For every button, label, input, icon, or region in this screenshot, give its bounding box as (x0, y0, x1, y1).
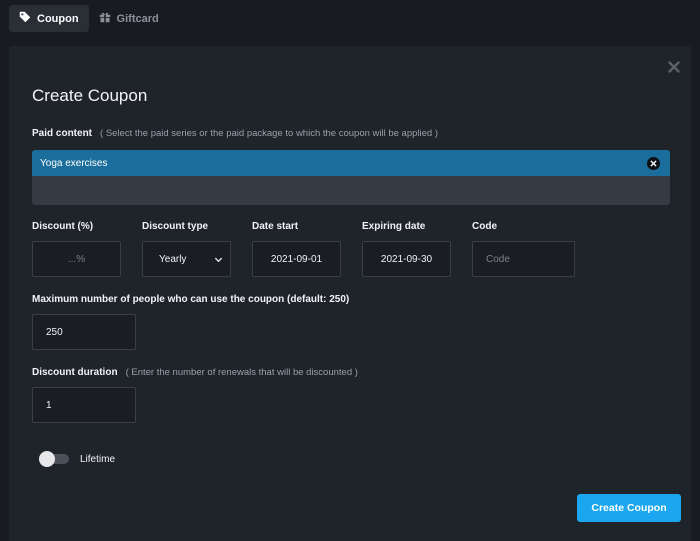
expiring-date-label: Expiring date (362, 221, 426, 232)
tab-coupon-label: Coupon (37, 12, 79, 25)
tab-giftcard[interactable]: Giftcard (89, 5, 169, 32)
discount-duration-label: Discount duration ( Enter the number of r… (32, 367, 358, 378)
selected-content-chip: Yoga exercises (32, 150, 670, 176)
tab-bar: Coupon Giftcard (9, 5, 169, 32)
close-button[interactable] (668, 60, 680, 73)
lifetime-label: Lifetime (80, 454, 116, 465)
discount-duration-hint: ( Enter the number of renewals that will… (125, 367, 358, 378)
paid-content-label-text: Paid content (32, 128, 93, 139)
code-label: Code (472, 221, 497, 232)
discount-duration-input[interactable]: 1 (32, 387, 136, 423)
discount-type-value: Yearly (159, 253, 187, 265)
selected-content-label: Yoga exercises (40, 157, 108, 169)
paid-content-select[interactable]: Yoga exercises (32, 150, 670, 205)
max-people-input[interactable]: 250 (32, 314, 136, 350)
paid-content-search-area[interactable] (32, 176, 670, 205)
gift-icon (99, 11, 111, 26)
date-start-value: 2021-09-01 (270, 253, 323, 265)
lifetime-toggle-knob (39, 451, 55, 467)
discount-type-select[interactable]: Yearly (142, 241, 231, 277)
date-start-input[interactable]: 2021-09-01 (252, 241, 341, 277)
create-coupon-button[interactable]: Create Coupon (577, 494, 681, 522)
paid-content-label: Paid content ( Select the paid series or … (32, 128, 438, 139)
paid-content-hint: ( Select the paid series or the paid pac… (100, 128, 438, 139)
close-icon (668, 61, 680, 73)
tab-giftcard-label: Giftcard (116, 12, 159, 25)
discount-type-label: Discount type (142, 221, 209, 232)
close-icon (650, 159, 657, 167)
tag-icon (19, 11, 31, 26)
chevron-down-icon (214, 257, 223, 263)
expiring-date-value: 2021-09-30 (380, 253, 433, 265)
max-people-value: 250 (46, 326, 63, 338)
discount-duration-label-text: Discount duration (32, 367, 118, 378)
max-people-label: Maximum number of people who can use the… (32, 294, 350, 305)
remove-chip-button[interactable] (647, 156, 660, 170)
create-coupon-panel: Create Coupon Paid content ( Select the p… (9, 46, 691, 541)
discount-duration-value: 1 (46, 399, 52, 411)
lifetime-toggle[interactable] (39, 451, 71, 467)
expiring-date-input[interactable]: 2021-09-30 (362, 241, 451, 277)
code-input[interactable] (472, 241, 575, 277)
date-start-label: Date start (252, 221, 299, 232)
discount-input[interactable] (32, 241, 121, 277)
page-title: Create Coupon (32, 86, 148, 105)
tab-coupon[interactable]: Coupon (9, 5, 89, 32)
discount-label: Discount (%) (32, 221, 94, 232)
